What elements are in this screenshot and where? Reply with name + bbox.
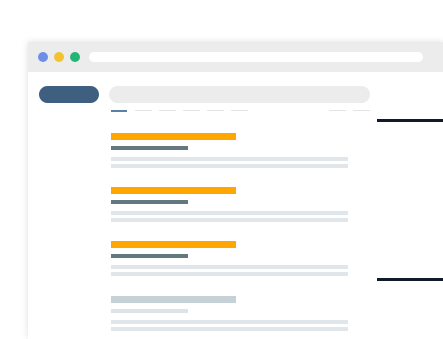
result-url: [111, 200, 188, 204]
result-snippet-line: [111, 327, 348, 331]
result-title[interactable]: [111, 187, 236, 194]
search-tabs: [111, 110, 370, 112]
tab-3[interactable]: [159, 110, 176, 111]
tab-all[interactable]: [111, 110, 127, 112]
tab-settings[interactable]: [353, 110, 370, 111]
result-url: [111, 146, 188, 150]
result-snippet-line: [111, 218, 348, 222]
tab-5[interactable]: [207, 110, 224, 111]
search-engine-logo[interactable]: [39, 86, 99, 103]
result-url: [111, 254, 188, 258]
tab-tools[interactable]: [329, 110, 346, 111]
callout-pointer-line: [377, 278, 443, 281]
search-result[interactable]: [111, 133, 349, 168]
tab-4[interactable]: [183, 110, 200, 111]
search-result[interactable]: [111, 296, 349, 331]
result-url: [111, 309, 188, 313]
tab-6[interactable]: [231, 110, 248, 111]
result-snippet-line: [111, 211, 348, 215]
search-result[interactable]: [111, 187, 349, 222]
close-dot-icon[interactable]: [38, 52, 48, 62]
result-snippet-line: [111, 272, 348, 276]
result-title[interactable]: [111, 296, 236, 303]
browser-titlebar: [28, 42, 443, 72]
address-bar[interactable]: [89, 52, 423, 62]
maximize-dot-icon[interactable]: [70, 52, 80, 62]
search-result[interactable]: [111, 241, 349, 276]
result-snippet-line: [111, 265, 348, 269]
callout-pointer-line: [377, 119, 443, 122]
result-snippet-line: [111, 320, 348, 324]
result-snippet-line: [111, 164, 348, 168]
minimize-dot-icon[interactable]: [54, 52, 64, 62]
search-input[interactable]: [109, 86, 370, 103]
result-snippet-line: [111, 157, 348, 161]
browser-window: [28, 42, 443, 339]
result-title[interactable]: [111, 133, 236, 140]
result-title[interactable]: [111, 241, 236, 248]
tab-2[interactable]: [135, 110, 152, 111]
